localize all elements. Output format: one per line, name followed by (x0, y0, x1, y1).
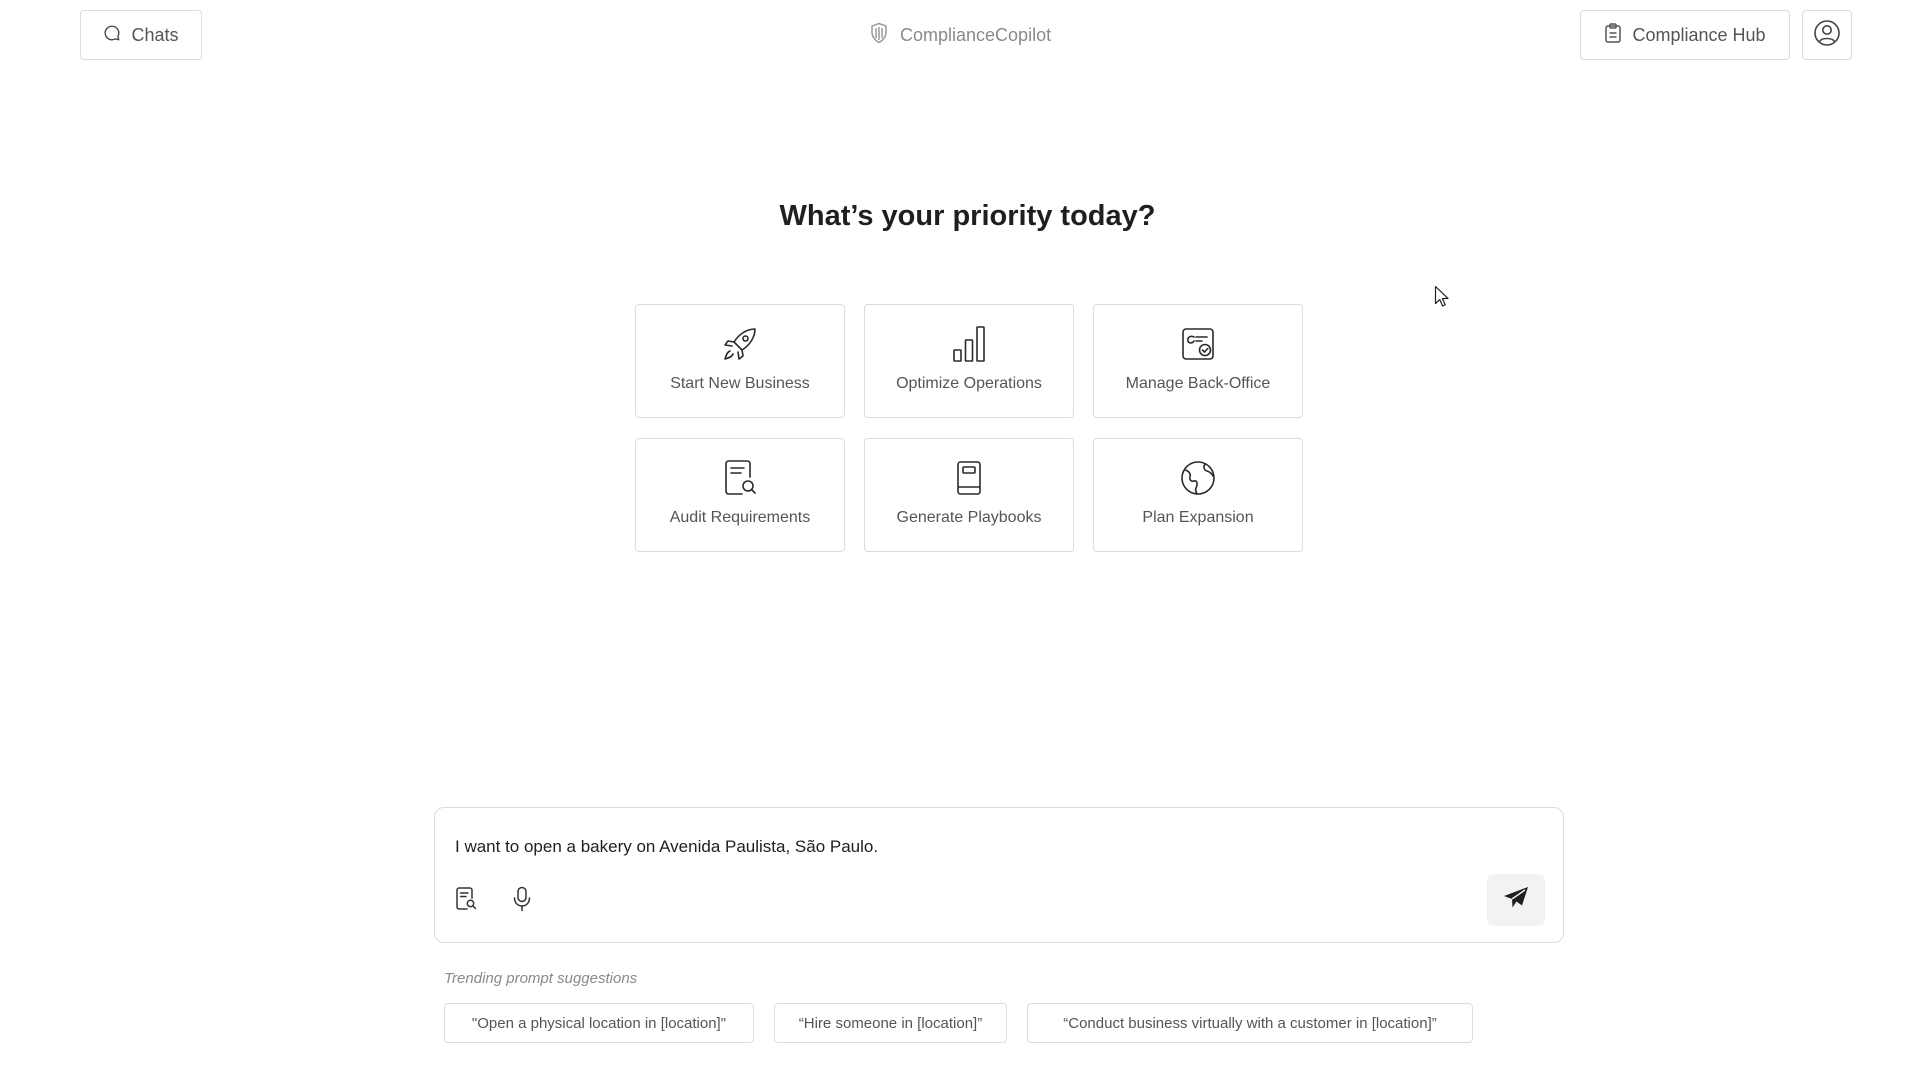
page: Chats ComplianceCopilot Compliance Hub W… (0, 0, 1920, 1080)
rocket-icon (721, 325, 759, 363)
user-circle-icon (1813, 19, 1841, 52)
document-search-icon[interactable] (451, 884, 481, 914)
card-label: Plan Expansion (1142, 509, 1254, 526)
page-title: What’s your priority today? (779, 200, 1156, 232)
profile-button[interactable] (1802, 10, 1852, 60)
card-label: Start New Business (670, 375, 810, 392)
chats-button[interactable]: Chats (80, 10, 202, 60)
card-label: Optimize Operations (896, 375, 1042, 392)
suggestion-chip[interactable]: “Conduct business virtually with a custo… (1027, 1003, 1473, 1043)
chats-label: Chats (131, 24, 179, 45)
card-label: Audit Requirements (669, 509, 811, 526)
suggestion-chip[interactable]: "Open a physical location in [location]" (444, 1003, 754, 1043)
bar-chart-icon (950, 325, 988, 363)
prompt-input[interactable] (455, 834, 1455, 860)
suggestion-chip[interactable]: “Hire someone in [location]” (774, 1003, 1007, 1043)
microphone-icon[interactable] (507, 884, 537, 914)
clipboard-icon (1604, 22, 1622, 48)
prompt-composer (434, 807, 1564, 943)
card-generate-playbooks[interactable]: Generate Playbooks (864, 438, 1074, 552)
card-manage-back-office[interactable]: Manage Back-Office (1093, 304, 1303, 418)
globe-icon (1179, 459, 1217, 497)
send-button[interactable] (1487, 874, 1545, 926)
card-start-new-business[interactable]: Start New Business (635, 304, 845, 418)
card-label: Generate Playbooks (896, 509, 1042, 526)
chat-bubble-icon (103, 24, 121, 47)
mouse-cursor-icon (1434, 285, 1450, 309)
compliance-hub-label: Compliance Hub (1632, 24, 1766, 45)
card-audit-requirements[interactable]: Audit Requirements (635, 438, 845, 552)
suggestions-title: Trending prompt suggestions (444, 970, 638, 987)
card-label: Manage Back-Office (1125, 375, 1271, 392)
office-check-icon (1179, 325, 1217, 363)
brand: ComplianceCopilot (870, 18, 1051, 52)
shield-icon (870, 22, 888, 49)
card-plan-expansion[interactable]: Plan Expansion (1093, 438, 1303, 552)
book-icon (950, 459, 988, 497)
card-optimize-operations[interactable]: Optimize Operations (864, 304, 1074, 418)
send-icon (1503, 886, 1529, 915)
brand-name: ComplianceCopilot (900, 24, 1052, 45)
compliance-hub-button[interactable]: Compliance Hub (1580, 10, 1790, 60)
document-search-icon (721, 459, 759, 497)
